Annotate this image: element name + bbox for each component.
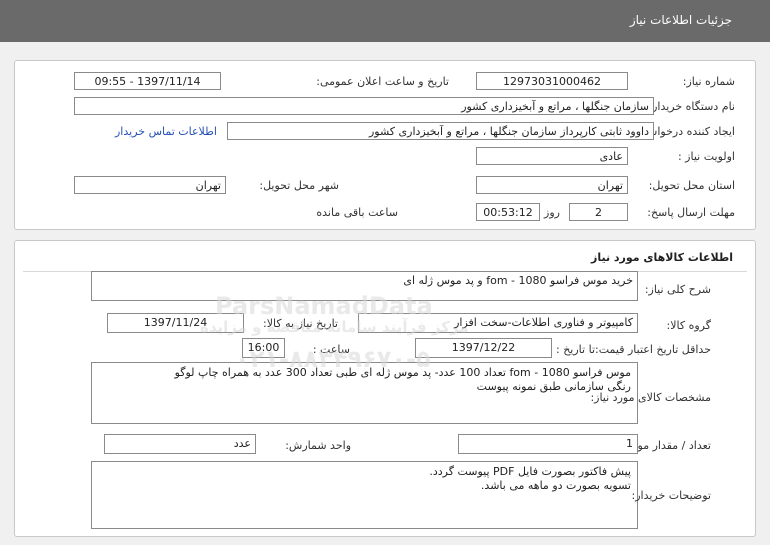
deadline-days-field: 2: [569, 203, 628, 221]
priority-field: عادی: [476, 147, 628, 165]
delivery-province-field: تهران: [476, 176, 628, 194]
buyer-org-field: سازمان جنگلها ، مراتع و آبخیزداری کشور: [74, 97, 654, 115]
summary-label: شرح کلی نیاز:: [644, 283, 711, 296]
need-number-field: 12973031000462: [476, 72, 628, 90]
specs-label: مشخصات کالای مورد نیاز:: [590, 391, 711, 404]
contact-buyer-link[interactable]: اطلاعات تماس خریدار: [115, 125, 217, 138]
deadline-label: مهلت ارسال پاسخ:: [647, 206, 735, 219]
unit-label: واحد شمارش:: [285, 439, 351, 452]
time-label: ساعت :: [312, 343, 350, 356]
announce-datetime-field: 1397/11/14 - 09:55: [74, 72, 221, 90]
price-validity-label: حداقل تاریخ اعتبار قیمت:: [595, 343, 711, 356]
buyer-org-label: نام دستگاه خریدار:: [648, 100, 735, 113]
time-field: 16:00: [242, 338, 285, 358]
buyer-notes-line-1: پیش فاکتور بصورت فایل PDF پیوست گردد.: [429, 465, 631, 478]
until-date-field: 1397/12/22: [415, 338, 552, 358]
until-date-label: تا تاریخ :: [556, 343, 595, 356]
remaining-label: ساعت باقی مانده: [316, 206, 398, 219]
buyer-notes-field: پیش فاکتور بصورت فایل PDF پیوست گردد. تس…: [91, 461, 638, 529]
need-date-label: تاریخ نیاز به کالا:: [263, 317, 338, 330]
need-info-panel: شماره نیاز: 12973031000462 تاریخ و ساعت …: [14, 60, 756, 230]
delivery-city-label: شهر محل تحویل:: [259, 179, 339, 192]
goods-section-title: اطلاعات کالاهای مورد نیاز: [591, 251, 733, 264]
unit-field: عدد: [104, 434, 256, 454]
goods-group-label: گروه کالا:: [666, 319, 711, 332]
summary-field: خرید موس فراسو fom - 1080 و پد موس ژله ا…: [91, 271, 638, 301]
priority-label: اولویت نیاز :: [677, 150, 735, 163]
specs-line-1: موس فراسو fom - 1080 تعداد 100 عدد- پد م…: [174, 366, 631, 379]
goods-info-panel: اطلاعات کالاهای مورد نیاز شرح کلی نیاز: …: [14, 240, 756, 537]
specs-field: موس فراسو fom - 1080 تعداد 100 عدد- پد م…: [91, 362, 638, 424]
buyer-notes-line-2: تسویه بصورت دو ماهه می باشد.: [480, 479, 631, 492]
page-title: جزئیات اطلاعات نیاز: [629, 13, 732, 27]
quantity-field: 1: [458, 434, 638, 454]
specs-line-2: رنگی سازمانی طبق نمونه پیوست: [476, 380, 631, 393]
requester-field: داوود ثابتی کارپرداز سازمان جنگلها ، مرا…: [227, 122, 654, 140]
title-bar: جزئیات اطلاعات نیاز: [0, 0, 770, 42]
need-number-label: شماره نیاز:: [682, 75, 735, 88]
delivery-city-field: تهران: [74, 176, 226, 194]
announce-datetime-label: تاریخ و ساعت اعلان عمومی:: [316, 75, 449, 88]
goods-group-field: کامپیوتر و فناوری اطلاعات-سخت افزار: [358, 313, 638, 333]
need-date-field: 1397/11/24: [107, 313, 244, 333]
delivery-province-label: استان محل تحویل:: [648, 179, 735, 192]
deadline-time-field: 00:53:12: [476, 203, 540, 221]
buyer-notes-label: توضیحات خریدار:: [631, 489, 712, 502]
